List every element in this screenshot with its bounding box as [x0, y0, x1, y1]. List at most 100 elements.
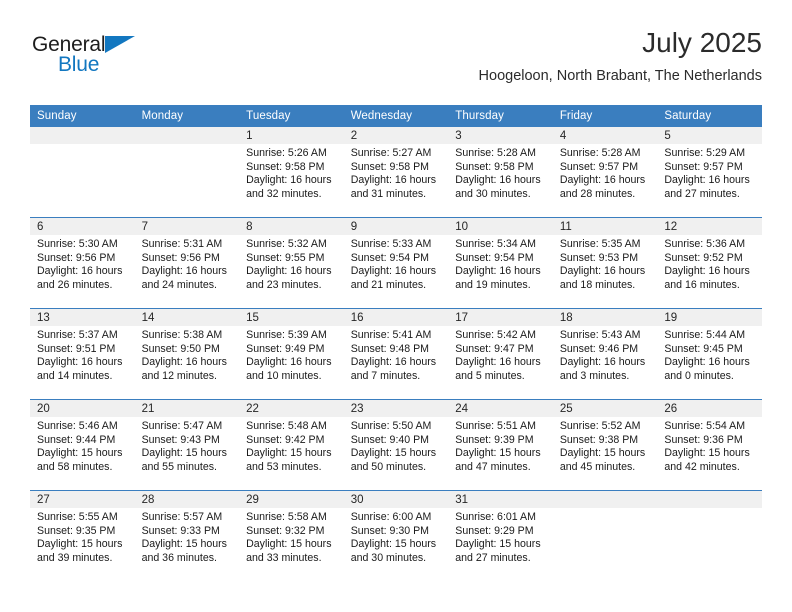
day-cell[interactable]: 6 Sunrise: 5:30 AM Sunset: 9:56 PM Dayli…	[30, 217, 135, 309]
daylight-line1: Daylight: 15 hours	[37, 538, 123, 551]
day-number: 24	[448, 400, 553, 417]
day-cell[interactable]: 14 Sunrise: 5:38 AM Sunset: 9:50 PM Dayl…	[134, 308, 240, 400]
day-cell[interactable]	[657, 490, 762, 581]
day-number: 28	[134, 491, 240, 508]
day-cell[interactable]	[552, 490, 658, 581]
sunset-text: Sunset: 9:36 PM	[664, 433, 743, 446]
day-cell[interactable]: 29 Sunrise: 5:58 AM Sunset: 9:32 PM Dayl…	[239, 490, 344, 581]
daylight-line1: Daylight: 16 hours	[350, 174, 437, 187]
daylight-line2: and 36 minutes.	[141, 551, 217, 564]
day-details	[30, 144, 135, 147]
day-number: 10	[448, 218, 553, 235]
day-cell[interactable]: 18 Sunrise: 5:43 AM Sunset: 9:46 PM Dayl…	[552, 308, 658, 400]
generalblue-logo[interactable]: General Blue	[32, 34, 212, 86]
daylight-line1: Daylight: 16 hours	[246, 356, 332, 369]
day-cell[interactable]: 4 Sunrise: 5:28 AM Sunset: 9:57 PM Dayli…	[552, 127, 658, 218]
sunrise-text: Sunrise: 5:33 AM	[350, 238, 432, 250]
day-number: 11	[552, 218, 658, 235]
weekday-header-wednesday: Wednesday	[343, 105, 449, 127]
day-cell[interactable]: 19 Sunrise: 5:44 AM Sunset: 9:45 PM Dayl…	[657, 308, 762, 400]
sunrise-text: Sunrise: 5:48 AM	[246, 420, 327, 432]
sunrise-text: Sunrise: 5:28 AM	[559, 147, 641, 159]
daylight-line1: Daylight: 16 hours	[350, 265, 437, 278]
daylight-line2: and 39 minutes.	[37, 551, 113, 564]
weekday-header-saturday: Saturday	[657, 105, 762, 127]
day-cell[interactable]: 17 Sunrise: 5:42 AM Sunset: 9:47 PM Dayl…	[448, 308, 553, 400]
day-details	[135, 144, 240, 147]
day-details: Sunrise: 5:36 AM Sunset: 9:52 PM Dayligh…	[657, 235, 762, 292]
sunset-text: Sunset: 9:43 PM	[141, 433, 220, 446]
day-number: 15	[239, 309, 344, 326]
day-cell[interactable]: 8 Sunrise: 5:32 AM Sunset: 9:55 PM Dayli…	[239, 217, 344, 309]
day-cell[interactable]: 1 Sunrise: 5:26 AM Sunset: 9:58 PM Dayli…	[239, 127, 344, 218]
day-number: 5	[657, 127, 762, 144]
day-cell[interactable]: 15 Sunrise: 5:39 AM Sunset: 9:49 PM Dayl…	[239, 308, 344, 400]
daylight-line1: Daylight: 16 hours	[664, 356, 750, 369]
sunset-text: Sunset: 9:45 PM	[664, 342, 743, 355]
sunrise-text: Sunrise: 5:30 AM	[37, 238, 118, 250]
day-cell[interactable]: 11 Sunrise: 5:35 AM Sunset: 9:53 PM Dayl…	[552, 217, 658, 309]
day-number: 20	[30, 400, 135, 417]
day-cell[interactable]: 30 Sunrise: 6:00 AM Sunset: 9:30 PM Dayl…	[343, 490, 449, 581]
daylight-line2: and 27 minutes.	[455, 551, 531, 564]
sunrise-text: Sunrise: 5:41 AM	[350, 329, 432, 341]
daylight-line2: and 30 minutes.	[350, 551, 427, 564]
day-number: 3	[448, 127, 553, 144]
day-number: 6	[30, 218, 135, 235]
location-subtitle: Hoogeloon, North Brabant, The Netherland…	[478, 68, 762, 84]
day-cell[interactable]: 22 Sunrise: 5:48 AM Sunset: 9:42 PM Dayl…	[239, 399, 344, 491]
sunrise-text: Sunrise: 5:52 AM	[559, 420, 641, 432]
day-cell[interactable]: 7 Sunrise: 5:31 AM Sunset: 9:56 PM Dayli…	[134, 217, 240, 309]
sunset-text: Sunset: 9:56 PM	[141, 251, 220, 264]
day-cell[interactable]: 12 Sunrise: 5:36 AM Sunset: 9:52 PM Dayl…	[657, 217, 762, 309]
day-cell[interactable]: 2 Sunrise: 5:27 AM Sunset: 9:58 PM Dayli…	[343, 127, 449, 218]
day-details: Sunrise: 5:58 AM Sunset: 9:32 PM Dayligh…	[239, 508, 344, 565]
day-cell[interactable]	[30, 127, 135, 218]
sunset-text: Sunset: 9:58 PM	[455, 160, 534, 173]
daylight-line2: and 26 minutes.	[37, 278, 113, 291]
day-cell[interactable]: 26 Sunrise: 5:54 AM Sunset: 9:36 PM Dayl…	[657, 399, 762, 491]
daylight-line2: and 55 minutes.	[141, 460, 217, 473]
sunrise-text: Sunrise: 5:51 AM	[455, 420, 536, 432]
sunset-text: Sunset: 9:40 PM	[350, 433, 430, 446]
day-details: Sunrise: 5:41 AM Sunset: 9:48 PM Dayligh…	[344, 326, 449, 383]
day-cell[interactable]: 28 Sunrise: 5:57 AM Sunset: 9:33 PM Dayl…	[134, 490, 240, 581]
day-cell[interactable]: 20 Sunrise: 5:46 AM Sunset: 9:44 PM Dayl…	[30, 399, 135, 491]
sunset-text: Sunset: 9:30 PM	[350, 524, 430, 537]
day-cell[interactable]: 24 Sunrise: 5:51 AM Sunset: 9:39 PM Dayl…	[448, 399, 553, 491]
day-cell[interactable]: 10 Sunrise: 5:34 AM Sunset: 9:54 PM Dayl…	[448, 217, 553, 309]
sunrise-text: Sunrise: 5:36 AM	[664, 238, 746, 250]
day-cell[interactable]: 21 Sunrise: 5:47 AM Sunset: 9:43 PM Dayl…	[134, 399, 240, 491]
day-cell[interactable]: 27 Sunrise: 5:55 AM Sunset: 9:35 PM Dayl…	[30, 490, 135, 581]
sunset-text: Sunset: 9:54 PM	[455, 251, 534, 264]
day-cell[interactable]: 5 Sunrise: 5:29 AM Sunset: 9:57 PM Dayli…	[657, 127, 762, 218]
day-cell[interactable]: 16 Sunrise: 5:41 AM Sunset: 9:48 PM Dayl…	[343, 308, 449, 400]
weekday-header-sunday: Sunday	[30, 105, 135, 127]
day-number: 2	[343, 127, 449, 144]
daylight-line2: and 50 minutes.	[350, 460, 427, 473]
day-details: Sunrise: 5:48 AM Sunset: 9:42 PM Dayligh…	[239, 417, 344, 474]
day-details: Sunrise: 5:28 AM Sunset: 9:58 PM Dayligh…	[448, 144, 553, 201]
day-cell[interactable]: 25 Sunrise: 5:52 AM Sunset: 9:38 PM Dayl…	[552, 399, 658, 491]
weekday-header-friday: Friday	[552, 105, 658, 127]
day-cell[interactable]: 9 Sunrise: 5:33 AM Sunset: 9:54 PM Dayli…	[343, 217, 449, 309]
day-details: Sunrise: 5:43 AM Sunset: 9:46 PM Dayligh…	[553, 326, 658, 383]
day-cell[interactable]: 23 Sunrise: 5:50 AM Sunset: 9:40 PM Dayl…	[343, 399, 449, 491]
day-cell[interactable]: 3 Sunrise: 5:28 AM Sunset: 9:58 PM Dayli…	[448, 127, 553, 218]
daylight-line1: Daylight: 16 hours	[559, 174, 646, 187]
sunrise-text: Sunrise: 5:32 AM	[246, 238, 327, 250]
day-number	[657, 491, 762, 508]
day-cell[interactable]	[134, 127, 240, 218]
daylight-line2: and 47 minutes.	[455, 460, 531, 473]
day-cell[interactable]: 13 Sunrise: 5:37 AM Sunset: 9:51 PM Dayl…	[30, 308, 135, 400]
calendar-header-row: Sunday Monday Tuesday Wednesday Thursday…	[30, 105, 762, 127]
logo-triangle-icon	[105, 36, 135, 53]
page-header: General Blue July 2025 Hoogeloon, North …	[30, 26, 762, 98]
day-number: 30	[343, 491, 449, 508]
sunset-text: Sunset: 9:47 PM	[455, 342, 534, 355]
daylight-line2: and 27 minutes.	[664, 187, 740, 200]
daylight-line2: and 33 minutes.	[246, 551, 322, 564]
sunset-text: Sunset: 9:58 PM	[246, 160, 325, 173]
sunset-text: Sunset: 9:38 PM	[559, 433, 639, 446]
day-cell[interactable]: 31 Sunrise: 6:01 AM Sunset: 9:29 PM Dayl…	[448, 490, 553, 581]
